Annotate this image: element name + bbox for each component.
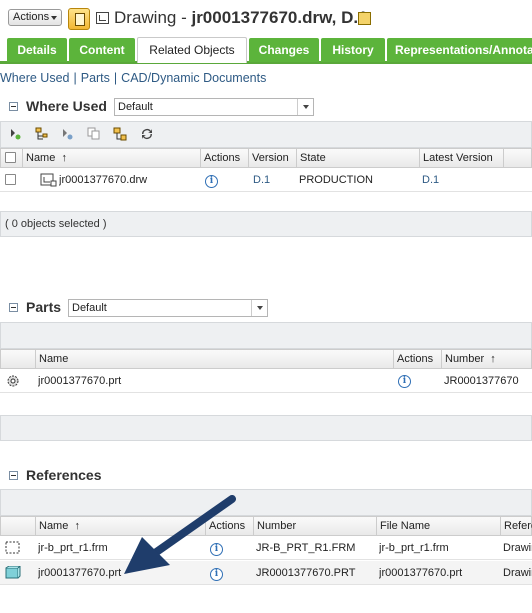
collapse-references-icon[interactable] bbox=[9, 471, 18, 480]
info-icon[interactable]: i bbox=[205, 175, 218, 188]
paste-structure-icon[interactable] bbox=[113, 127, 127, 141]
table-row[interactable]: jr-b_prt_r1.frm i JR-B_PRT_R1.FRM jr-b_p… bbox=[0, 536, 532, 560]
collapse-where-used-icon[interactable] bbox=[9, 102, 18, 111]
parts-footer bbox=[0, 415, 532, 441]
column-header-version[interactable]: Version bbox=[248, 149, 296, 167]
tab-changes[interactable]: Changes bbox=[249, 38, 319, 62]
where-used-toolbar bbox=[0, 121, 532, 148]
row-file-name: jr-b_prt_r1.frm bbox=[379, 542, 449, 554]
row-version[interactable]: D.1 bbox=[253, 168, 293, 192]
drawing-tree-icon bbox=[40, 173, 57, 187]
tab-related-objects[interactable]: Related Objects bbox=[137, 37, 247, 63]
part-file-icon bbox=[5, 566, 21, 579]
row-reference: Drawing bbox=[503, 567, 532, 579]
related-objects-subnav: Where Used | Parts | CAD/Dynamic Documents bbox=[0, 71, 266, 85]
parts-view-select[interactable]: Default bbox=[68, 299, 268, 317]
column-header-name[interactable]: Name ↑ bbox=[22, 149, 200, 167]
column-header-number[interactable]: Number bbox=[253, 517, 376, 535]
part-gear-icon bbox=[7, 375, 19, 387]
row-number: JR0001377670.PRT bbox=[256, 567, 356, 579]
row-checkbox[interactable] bbox=[5, 174, 16, 185]
view-selected-value: Default bbox=[118, 101, 153, 113]
column-header-file-name[interactable]: File Name bbox=[376, 517, 500, 535]
parts-toolbar bbox=[0, 322, 532, 349]
column-header-latest-version[interactable]: Latest Version bbox=[419, 149, 503, 167]
chevron-down-icon bbox=[51, 16, 57, 20]
sort-ascending-icon: ↑ bbox=[74, 520, 80, 532]
info-icon[interactable]: i bbox=[398, 375, 411, 388]
column-header-actions[interactable]: Actions bbox=[205, 517, 253, 535]
separator: | bbox=[113, 71, 118, 85]
where-used-view-select[interactable]: Default bbox=[114, 98, 314, 116]
chevron-down-icon bbox=[251, 300, 267, 316]
row-reference: Drawing bbox=[503, 542, 532, 554]
insert-existing-icon[interactable] bbox=[60, 127, 74, 141]
copy-icon[interactable] bbox=[87, 127, 101, 141]
clipboard-icon[interactable] bbox=[68, 8, 90, 30]
table-row[interactable]: jr0001377670.prt i JR0001377670 bbox=[0, 369, 532, 393]
row-name[interactable]: jr0001377670.prt bbox=[38, 369, 378, 393]
column-header-number[interactable]: Number ↑ bbox=[441, 350, 532, 368]
table-row[interactable]: jr0001377670.prt i JR0001377670.PRT jr00… bbox=[0, 561, 532, 585]
column-label: Name bbox=[26, 152, 56, 164]
format-file-icon bbox=[5, 541, 20, 554]
view-selected-value: Default bbox=[72, 302, 107, 314]
row-number: JR-B_PRT_R1.FRM bbox=[256, 542, 356, 554]
column-label: Name bbox=[39, 520, 69, 532]
drawing-type-icon bbox=[96, 12, 109, 24]
page-title: Drawing - jr0001377670.drw, D.1 bbox=[114, 8, 368, 28]
actions-label: Actions bbox=[13, 11, 50, 23]
column-header-actions[interactable]: Actions bbox=[200, 149, 248, 167]
parts-title: Parts bbox=[26, 299, 62, 315]
row-number: JR0001377670 bbox=[444, 375, 519, 387]
selection-status: ( 0 objects selected ) bbox=[0, 211, 532, 237]
where-used-title: Where Used bbox=[26, 98, 107, 114]
insert-child-icon[interactable] bbox=[8, 127, 22, 141]
column-header-reference[interactable]: Reference bbox=[500, 517, 532, 535]
references-table-header: Name ↑ Actions Number File Name Referenc… bbox=[0, 516, 532, 536]
select-all-checkbox[interactable] bbox=[5, 152, 16, 163]
info-icon[interactable]: i bbox=[210, 568, 223, 581]
where-used-table-header: Name ↑ Actions Version State Latest Vers… bbox=[0, 148, 532, 168]
actions-menu-button[interactable]: Actions bbox=[8, 9, 62, 26]
sort-ascending-icon: ↑ bbox=[61, 152, 67, 164]
title-type: Drawing - bbox=[114, 8, 192, 27]
column-header-name[interactable]: Name ↑ bbox=[35, 517, 205, 535]
column-header-name[interactable]: Name bbox=[35, 350, 393, 368]
row-file-name: jr0001377670.prt bbox=[379, 567, 463, 579]
sort-ascending-icon: ↑ bbox=[490, 353, 496, 365]
references-toolbar bbox=[0, 489, 532, 516]
info-icon[interactable]: i bbox=[210, 543, 223, 556]
tab-details[interactable]: Details bbox=[7, 38, 67, 62]
row-state: PRODUCTION bbox=[299, 174, 373, 186]
row-latest-version[interactable]: D.1 bbox=[422, 168, 492, 192]
column-header-extra bbox=[503, 149, 532, 167]
tab-bar: Details Content Related Objects Changes … bbox=[0, 37, 532, 64]
separator: | bbox=[73, 71, 77, 85]
column-header-state[interactable]: State bbox=[296, 149, 419, 167]
tag-icon[interactable] bbox=[358, 12, 371, 25]
link-parts[interactable]: Parts bbox=[81, 71, 110, 85]
row-name[interactable]: jr0001377670.drw bbox=[59, 168, 199, 192]
link-where-used[interactable]: Where Used bbox=[0, 71, 69, 85]
collapse-parts-icon[interactable] bbox=[9, 303, 18, 312]
tab-content[interactable]: Content bbox=[69, 38, 135, 62]
structure-icon[interactable] bbox=[34, 127, 48, 141]
link-cad-docs[interactable]: CAD/Dynamic Documents bbox=[121, 71, 266, 85]
tab-history[interactable]: History bbox=[321, 38, 385, 62]
table-row[interactable]: jr0001377670.drw i D.1 PRODUCTION D.1 bbox=[0, 168, 532, 192]
refresh-icon[interactable] bbox=[140, 127, 154, 141]
chevron-down-icon bbox=[297, 99, 313, 115]
column-label: Number bbox=[445, 353, 485, 365]
references-title: References bbox=[26, 467, 102, 483]
row-name[interactable]: jr0001377670.prt bbox=[38, 561, 200, 585]
row-name[interactable]: jr-b_prt_r1.frm bbox=[38, 536, 200, 560]
tab-representations[interactable]: Representations/Annotations bbox=[387, 38, 532, 62]
column-header-actions[interactable]: Actions bbox=[393, 350, 441, 368]
title-object: jr0001377670.drw, D.1 bbox=[191, 8, 368, 27]
parts-table-header: Name Actions Number ↑ bbox=[0, 349, 532, 369]
